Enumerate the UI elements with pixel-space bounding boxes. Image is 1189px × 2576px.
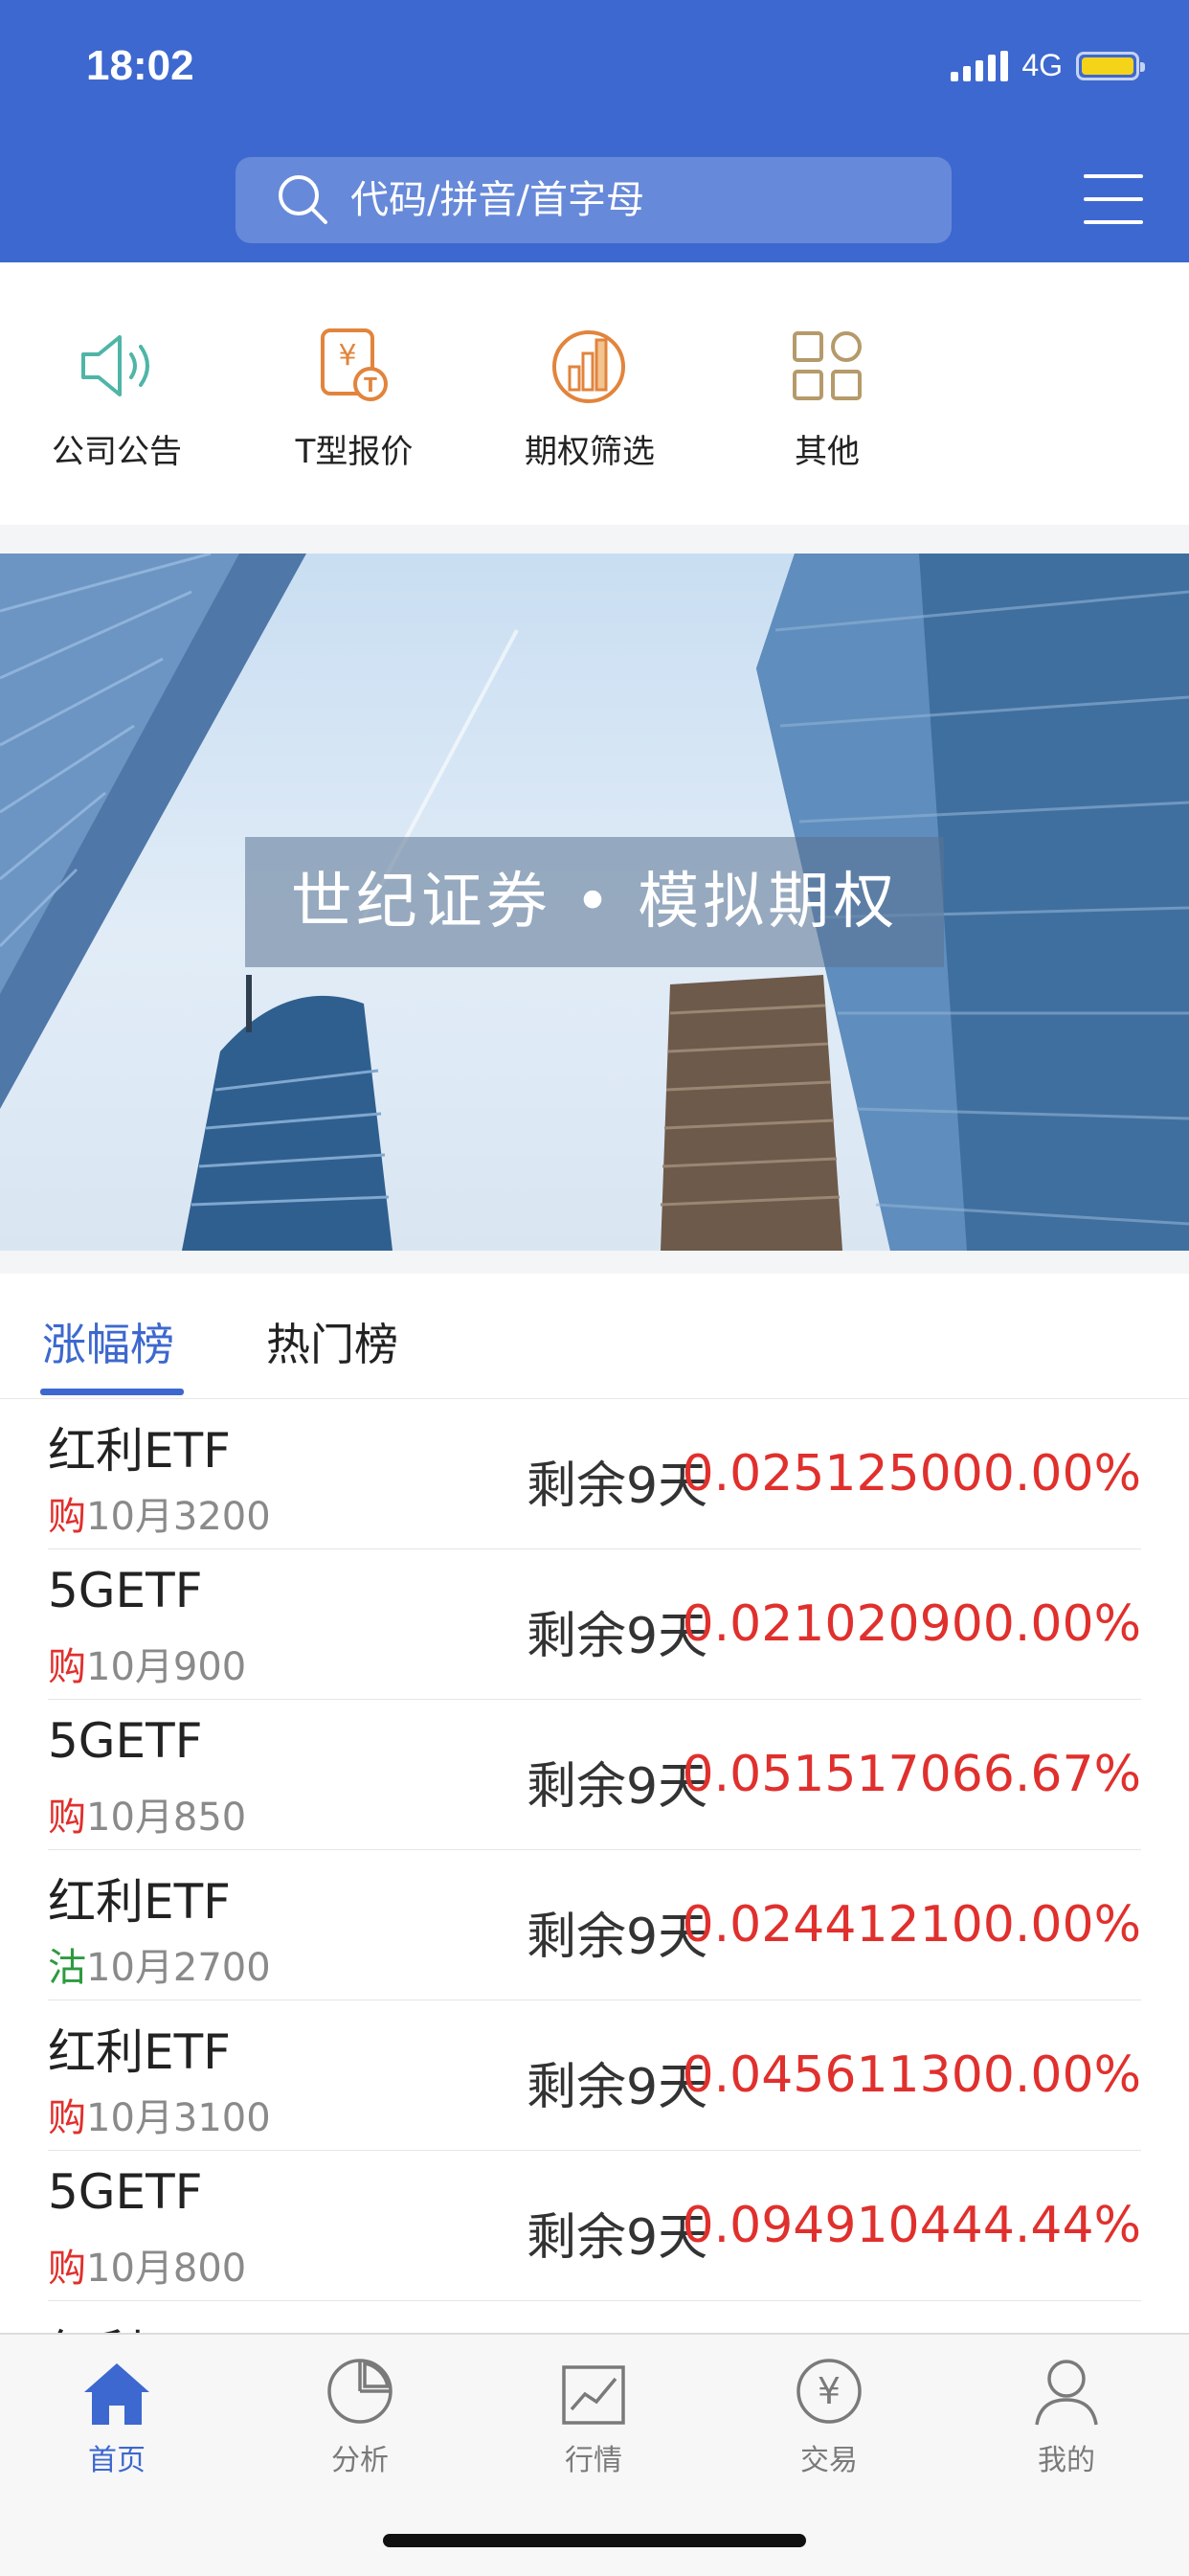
quick-actions: 公司公告 ¥ T T型报价 期权筛选 其他 — [0, 262, 1189, 525]
network-type: 4G — [1021, 48, 1063, 82]
home-icon — [84, 2363, 149, 2425]
contract-info: 购10月800 — [48, 2237, 246, 2293]
user-icon — [1035, 2360, 1098, 2426]
days-remaining: 剩余9天 — [527, 2209, 708, 2267]
quick-action-option-filter[interactable]: 期权筛选 — [494, 318, 685, 472]
change-percent: 0.045611300.00% — [682, 2046, 1141, 2104]
call-put-tag: 购 — [48, 1495, 86, 1539]
tabbar-label: 首页 — [88, 2444, 146, 2477]
ranking-tabs: 涨幅榜 热门榜 — [0, 1274, 1189, 1399]
contract-info: 购10月850 — [48, 1786, 246, 1842]
menu-icon[interactable] — [1082, 170, 1145, 228]
contract-info: 购10月3200 — [48, 1485, 271, 1541]
contract-info: 购10月900 — [48, 1636, 246, 1691]
option-name: 红利ETF — [48, 1423, 231, 1479]
days-remaining: 剩余9天 — [527, 1909, 708, 1966]
list-item[interactable]: 红利ETF 购10月3100 剩余9天 0.045611300.00% — [48, 2000, 1141, 2151]
search-input[interactable] — [348, 177, 927, 223]
ranking-list: 红利ETF 购10月3200 剩余9天 0.025125000.00% 5GET… — [0, 1399, 1189, 2333]
quick-action-label: 其他 — [795, 433, 860, 471]
list-item[interactable]: 红利ETF — [48, 2301, 1141, 2333]
contract-month-strike: 10月850 — [86, 1796, 247, 1840]
list-item[interactable]: 5GETF 购10月850 剩余9天 0.051517066.67% — [48, 1700, 1141, 1850]
banner-title-box: 世纪证券 • 模拟期权 — [245, 837, 944, 967]
signal-icon — [951, 50, 1009, 81]
search-icon — [279, 175, 327, 224]
tab-gainers[interactable]: 涨幅榜 — [42, 1310, 174, 1373]
change-percent: 0.021020900.00% — [682, 1595, 1141, 1653]
status-indicators: 4G — [951, 48, 1145, 83]
days-remaining: 剩余9天 — [527, 2059, 708, 2116]
days-remaining: 剩余9天 — [527, 1457, 708, 1515]
tabbar-label: 行情 — [565, 2444, 622, 2477]
quick-action-label: T型报价 — [295, 433, 414, 471]
t-quote-icon: ¥ T — [321, 328, 388, 401]
contract-month-strike: 10月3200 — [86, 1495, 271, 1539]
top-header: 18:02 4G — [0, 0, 1189, 262]
quick-action-label: 期权筛选 — [525, 433, 655, 471]
contract-info: 沽10月2700 — [48, 1936, 271, 1992]
contract-info: 购10月3100 — [48, 2087, 271, 2142]
promo-banner[interactable]: 世纪证券 • 模拟期权 — [0, 554, 1189, 1251]
status-time: 18:02 — [86, 42, 194, 89]
filter-chart-icon — [552, 330, 625, 403]
contract-month-strike: 10月800 — [86, 2247, 247, 2291]
tabbar-analysis[interactable]: 分析 — [283, 2352, 437, 2478]
pie-chart-icon — [327, 2359, 393, 2424]
tabbar-profile[interactable]: 我的 — [990, 2352, 1143, 2478]
option-name: 红利ETF — [48, 1874, 231, 1930]
speaker-icon — [81, 335, 149, 396]
quick-action-announcements[interactable]: 公司公告 — [21, 318, 213, 472]
tabbar-market[interactable]: 行情 — [517, 2352, 670, 2478]
option-name: 红利ETF — [48, 2024, 231, 2080]
change-percent: 0.094910444.44% — [682, 2197, 1141, 2254]
option-name: 5GETF — [48, 1713, 203, 1769]
tabbar-label: 交易 — [800, 2444, 858, 2477]
option-name: 红利ETF — [48, 2315, 231, 2333]
contract-month-strike: 10月2700 — [86, 1946, 271, 1990]
battery-icon — [1076, 51, 1145, 80]
grid-apps-icon — [793, 331, 862, 400]
svg-text:T: T — [364, 373, 377, 396]
quick-action-more[interactable]: 其他 — [731, 318, 923, 472]
quick-action-label: 公司公告 — [52, 433, 182, 471]
quick-action-t-quote[interactable]: ¥ T T型报价 — [258, 318, 450, 472]
svg-text:¥: ¥ — [338, 339, 356, 373]
call-put-tag: 购 — [48, 1645, 86, 1689]
call-put-tag: 购 — [48, 2096, 86, 2140]
option-name: 5GETF — [48, 2164, 203, 2220]
list-item[interactable]: 5GETF 购10月900 剩余9天 0.021020900.00% — [48, 1549, 1141, 1700]
option-name: 5GETF — [48, 1563, 203, 1618]
home-indicator — [383, 2534, 806, 2547]
banner-title: 世纪证券 • 模拟期权 — [290, 867, 899, 938]
call-put-tag: 购 — [48, 2247, 86, 2291]
contract-month-strike: 10月900 — [86, 1645, 247, 1689]
tab-popular[interactable]: 热门榜 — [266, 1310, 398, 1373]
change-percent: 0.024412100.00% — [682, 1896, 1141, 1954]
tabbar-home[interactable]: 首页 — [40, 2352, 193, 2478]
list-item[interactable]: 5GETF 购10月800 剩余9天 0.094910444.44% — [48, 2151, 1141, 2301]
tabbar-label: 分析 — [331, 2444, 389, 2477]
days-remaining: 剩余9天 — [527, 1608, 708, 1665]
tabbar-label: 我的 — [1038, 2444, 1095, 2477]
tabbar-trade[interactable]: ¥ 交易 — [752, 2352, 906, 2478]
days-remaining: 剩余9天 — [527, 1758, 708, 1816]
list-item[interactable]: 红利ETF 沽10月2700 剩余9天 0.024412100.00% — [48, 1850, 1141, 2000]
call-put-tag: 购 — [48, 1796, 86, 1840]
contract-month-strike: 10月3100 — [86, 2096, 271, 2140]
change-percent: 0.025125000.00% — [682, 1445, 1141, 1503]
svg-text:¥: ¥ — [818, 2370, 841, 2412]
active-tab-indicator — [40, 1389, 184, 1395]
search-bar[interactable] — [236, 157, 952, 243]
change-percent: 0.051517066.67% — [682, 1746, 1141, 1803]
list-item[interactable]: 红利ETF 购10月3200 剩余9天 0.025125000.00% — [48, 1399, 1141, 1549]
line-chart-icon — [562, 2365, 625, 2425]
call-put-tag: 沽 — [48, 1946, 86, 1990]
yuan-coin-icon: ¥ — [796, 2359, 862, 2424]
